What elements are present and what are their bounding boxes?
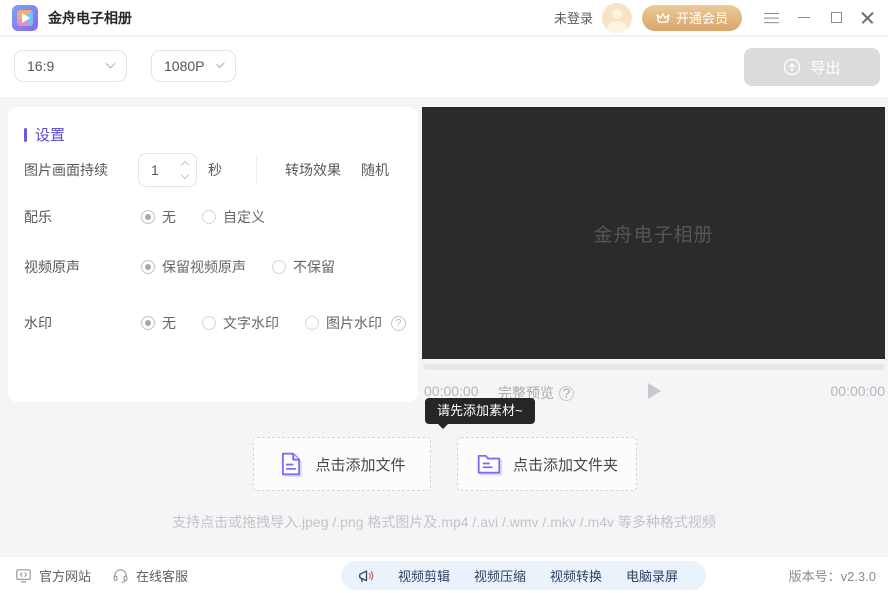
radio-label: 无: [162, 313, 176, 333]
video-preview: 金舟电子相册: [422, 107, 885, 359]
current-time: 00:00:00: [424, 383, 479, 399]
headset-icon: [112, 567, 129, 584]
product-link-video-convert[interactable]: 视频转换: [538, 566, 614, 585]
play-button[interactable]: [648, 383, 661, 399]
product-link-video-compress[interactable]: 视频压缩: [462, 566, 538, 585]
app-title: 金舟电子相册: [48, 8, 132, 28]
radio-label: 不保留: [293, 257, 335, 277]
seek-bar[interactable]: [423, 364, 885, 370]
duration-label: 图片画面持续: [24, 160, 138, 180]
official-site-link[interactable]: 官方网站: [15, 557, 91, 593]
radio-music-custom[interactable]: 自定义: [202, 207, 265, 227]
monitor-code-icon: [15, 567, 32, 584]
radio-label: 保留视频原声: [162, 257, 246, 277]
add-material-tooltip: 请先添加素材~: [425, 398, 535, 424]
radio-label: 自定义: [223, 207, 265, 227]
music-label: 配乐: [24, 207, 141, 227]
footer: 官方网站 在线客服 视频剪辑 视频压缩 视频转换 电脑录屏 版本号：v2.3.0: [0, 556, 888, 593]
settings-heading-label: 设置: [35, 124, 65, 145]
app-window: 金舟电子相册 未登录 开通会员 16:9 1080P: [0, 0, 888, 593]
transition-label: 转场效果: [285, 160, 341, 180]
settings-heading: 设置: [24, 124, 65, 145]
duration-value: 1: [151, 162, 182, 178]
vip-button[interactable]: 开通会员: [642, 5, 742, 31]
radio-icon: [141, 210, 155, 224]
vip-button-label: 开通会员: [676, 8, 728, 27]
add-folder-button[interactable]: 点击添加文件夹: [457, 437, 637, 491]
radio-watermark-none[interactable]: 无: [141, 313, 176, 333]
radio-label: 图片水印: [326, 313, 382, 333]
toolbar: 16:9 1080P 导出: [0, 37, 888, 97]
maximize-button[interactable]: [827, 9, 845, 27]
stepper-icons[interactable]: [182, 162, 188, 178]
radio-label: 文字水印: [223, 313, 279, 333]
vertical-divider: [256, 155, 257, 185]
radio-icon: [202, 210, 216, 224]
megaphone-icon: [357, 566, 376, 585]
menu-icon[interactable]: [762, 9, 780, 27]
aspect-ratio-value: 16:9: [27, 58, 54, 74]
chevron-down-icon: [106, 58, 116, 68]
radio-icon: [141, 316, 155, 330]
music-row: 配乐 无 自定义: [24, 207, 410, 227]
folder-icon: [476, 451, 502, 477]
online-service-label: 在线客服: [136, 566, 188, 585]
watermark-row: 水印 无 文字水印 图片水印 ?: [24, 313, 410, 333]
online-service-link[interactable]: 在线客服: [112, 557, 188, 593]
version-label: 版本号：v2.3.0: [789, 557, 876, 593]
radio-icon: [305, 316, 319, 330]
settings-panel: 设置 图片画面持续 1 秒 转场效果 随机 配乐 无 自定义 视频原声 保留视频…: [8, 107, 418, 402]
avatar-person-body: [607, 21, 627, 33]
chevron-up-icon[interactable]: [181, 161, 189, 169]
watermark-label: 水印: [24, 313, 141, 333]
help-icon[interactable]: ?: [559, 386, 574, 401]
radio-keep-sound[interactable]: 保留视频原声: [141, 257, 246, 277]
export-upload-icon: [783, 58, 801, 76]
close-button[interactable]: [858, 9, 876, 27]
aspect-ratio-select[interactable]: 16:9: [14, 50, 127, 82]
avatar[interactable]: [602, 3, 632, 33]
app-logo-icon: [12, 5, 38, 31]
duration-unit: 秒: [208, 160, 222, 180]
radio-watermark-text[interactable]: 文字水印: [202, 313, 279, 333]
resolution-select[interactable]: 1080P: [151, 50, 236, 82]
radio-watermark-image[interactable]: 图片水印: [305, 313, 382, 333]
radio-label: 无: [162, 207, 176, 227]
duration-input[interactable]: 1: [138, 153, 197, 187]
chevron-down-icon[interactable]: [181, 171, 189, 179]
login-status[interactable]: 未登录: [554, 8, 593, 27]
radio-icon: [202, 316, 216, 330]
minimize-button[interactable]: [795, 9, 813, 27]
total-time: 00:00:00: [831, 383, 886, 399]
add-files-label: 点击添加文件: [315, 454, 405, 475]
heading-accent-bar: [24, 128, 27, 142]
radio-discard-sound[interactable]: 不保留: [272, 257, 335, 277]
help-icon[interactable]: ?: [391, 316, 406, 331]
product-link-video-edit[interactable]: 视频剪辑: [386, 566, 462, 585]
add-folder-label: 点击添加文件夹: [513, 454, 618, 475]
duration-row: 图片画面持续 1 秒 转场效果 随机: [24, 153, 410, 187]
chevron-down-icon: [217, 59, 225, 67]
radio-icon: [272, 260, 286, 274]
resolution-value: 1080P: [164, 58, 204, 74]
product-link-screen-record[interactable]: 电脑录屏: [614, 566, 690, 585]
preview-watermark-text: 金舟电子相册: [593, 220, 713, 247]
export-button-label: 导出: [810, 57, 840, 78]
radio-icon: [141, 260, 155, 274]
supported-formats-hint: 支持点击或拖拽导入.jpeg /.png 格式图片及.mp4 /.avi /.w…: [0, 512, 888, 532]
official-site-label: 官方网站: [39, 566, 91, 585]
products-bar: 视频剪辑 视频压缩 视频转换 电脑录屏: [341, 561, 706, 590]
export-button[interactable]: 导出: [744, 48, 880, 86]
radio-music-none[interactable]: 无: [141, 207, 176, 227]
transition-value[interactable]: 随机: [361, 160, 389, 180]
file-icon: [278, 451, 304, 477]
avatar-person-icon: [612, 9, 622, 19]
original-sound-row: 视频原声 保留视频原声 不保留: [24, 257, 410, 277]
add-files-button[interactable]: 点击添加文件: [253, 437, 431, 491]
original-sound-label: 视频原声: [24, 257, 141, 277]
crown-icon: [656, 12, 670, 24]
titlebar-right: 未登录 开通会员: [554, 3, 876, 33]
titlebar: 金舟电子相册 未登录 开通会员: [0, 0, 888, 36]
